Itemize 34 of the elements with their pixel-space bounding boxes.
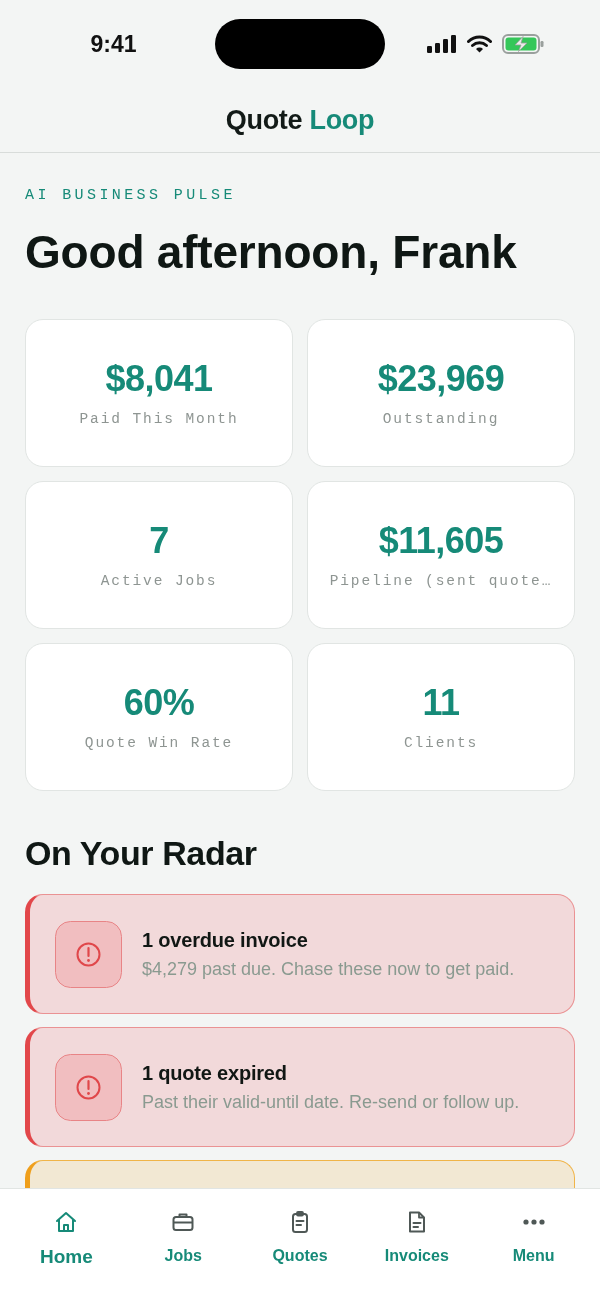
section-eyebrow: AI BUSINESS PULSE	[25, 186, 236, 206]
greeting-heading: Good afternoon, Frank	[25, 226, 517, 278]
nav-tab[interactable]: Home	[8, 1189, 125, 1304]
section-heading: On Your Radar	[25, 833, 257, 873]
metric-value: $11,605	[378, 519, 504, 563]
metric-label: Clients	[403, 734, 479, 753]
metric-value: 11	[422, 681, 460, 725]
signal-icon	[427, 35, 457, 53]
metric-label: Active Jobs	[100, 572, 218, 591]
metric-value: $23,969	[377, 357, 505, 401]
nav-tab[interactable]: Invoices	[358, 1189, 476, 1304]
alert-title: 1 overdue invoice	[142, 928, 309, 953]
metric-value: 7	[149, 519, 169, 563]
alert-description: Past their valid-until date. Re-send or follow up.	[142, 1091, 520, 1114]
alert-description: $4,279 past due. Chase these now to get paid.	[142, 958, 515, 981]
metric-label: Pipeline (sent quote…	[329, 572, 553, 591]
alert-icon	[55, 920, 122, 988]
alert-card[interactable]: 1 quote expired Past their valid-until date. Re-send or follow up.	[25, 1027, 575, 1147]
nav-tab[interactable]: Jobs	[124, 1189, 242, 1304]
nav-tab[interactable]: Quotes	[241, 1189, 359, 1304]
alert-card[interactable]: 1 overdue invoice $4,279 past due. Chase these now to get paid.	[25, 894, 575, 1014]
nav-tab[interactable]: Menu	[475, 1189, 592, 1304]
metric-label: Quote Win Rate	[84, 734, 234, 753]
app-title: Quote Loop	[225, 104, 375, 137]
alert-card[interactable]	[25, 1160, 575, 1188]
status-time: 9:41	[90, 30, 137, 58]
metric-label: Outstanding	[382, 410, 500, 429]
alert-icon	[55, 1053, 122, 1121]
alert-title: 1 quote expired	[142, 1061, 288, 1086]
metric-value: $8,041	[105, 357, 213, 401]
battery-charging-icon	[502, 34, 544, 54]
metric-label: Paid This Month	[79, 410, 239, 429]
wifi-icon	[467, 35, 492, 53]
metric-value: 60%	[123, 681, 195, 725]
